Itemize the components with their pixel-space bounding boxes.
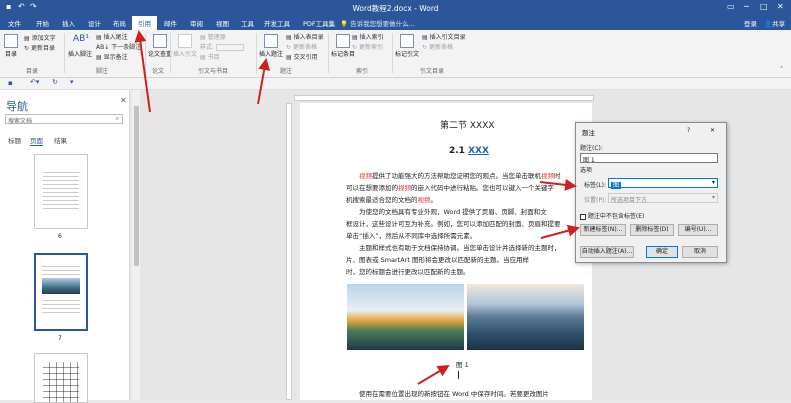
annotation-arrows [134,30,580,385]
arrow-to-label-field [539,178,577,191]
arrow-to-insert-caption [257,58,271,105]
arrow-to-new-label [540,224,580,239]
arrow-to-caption [417,364,450,385]
arrow-to-references-tab [134,30,151,113]
